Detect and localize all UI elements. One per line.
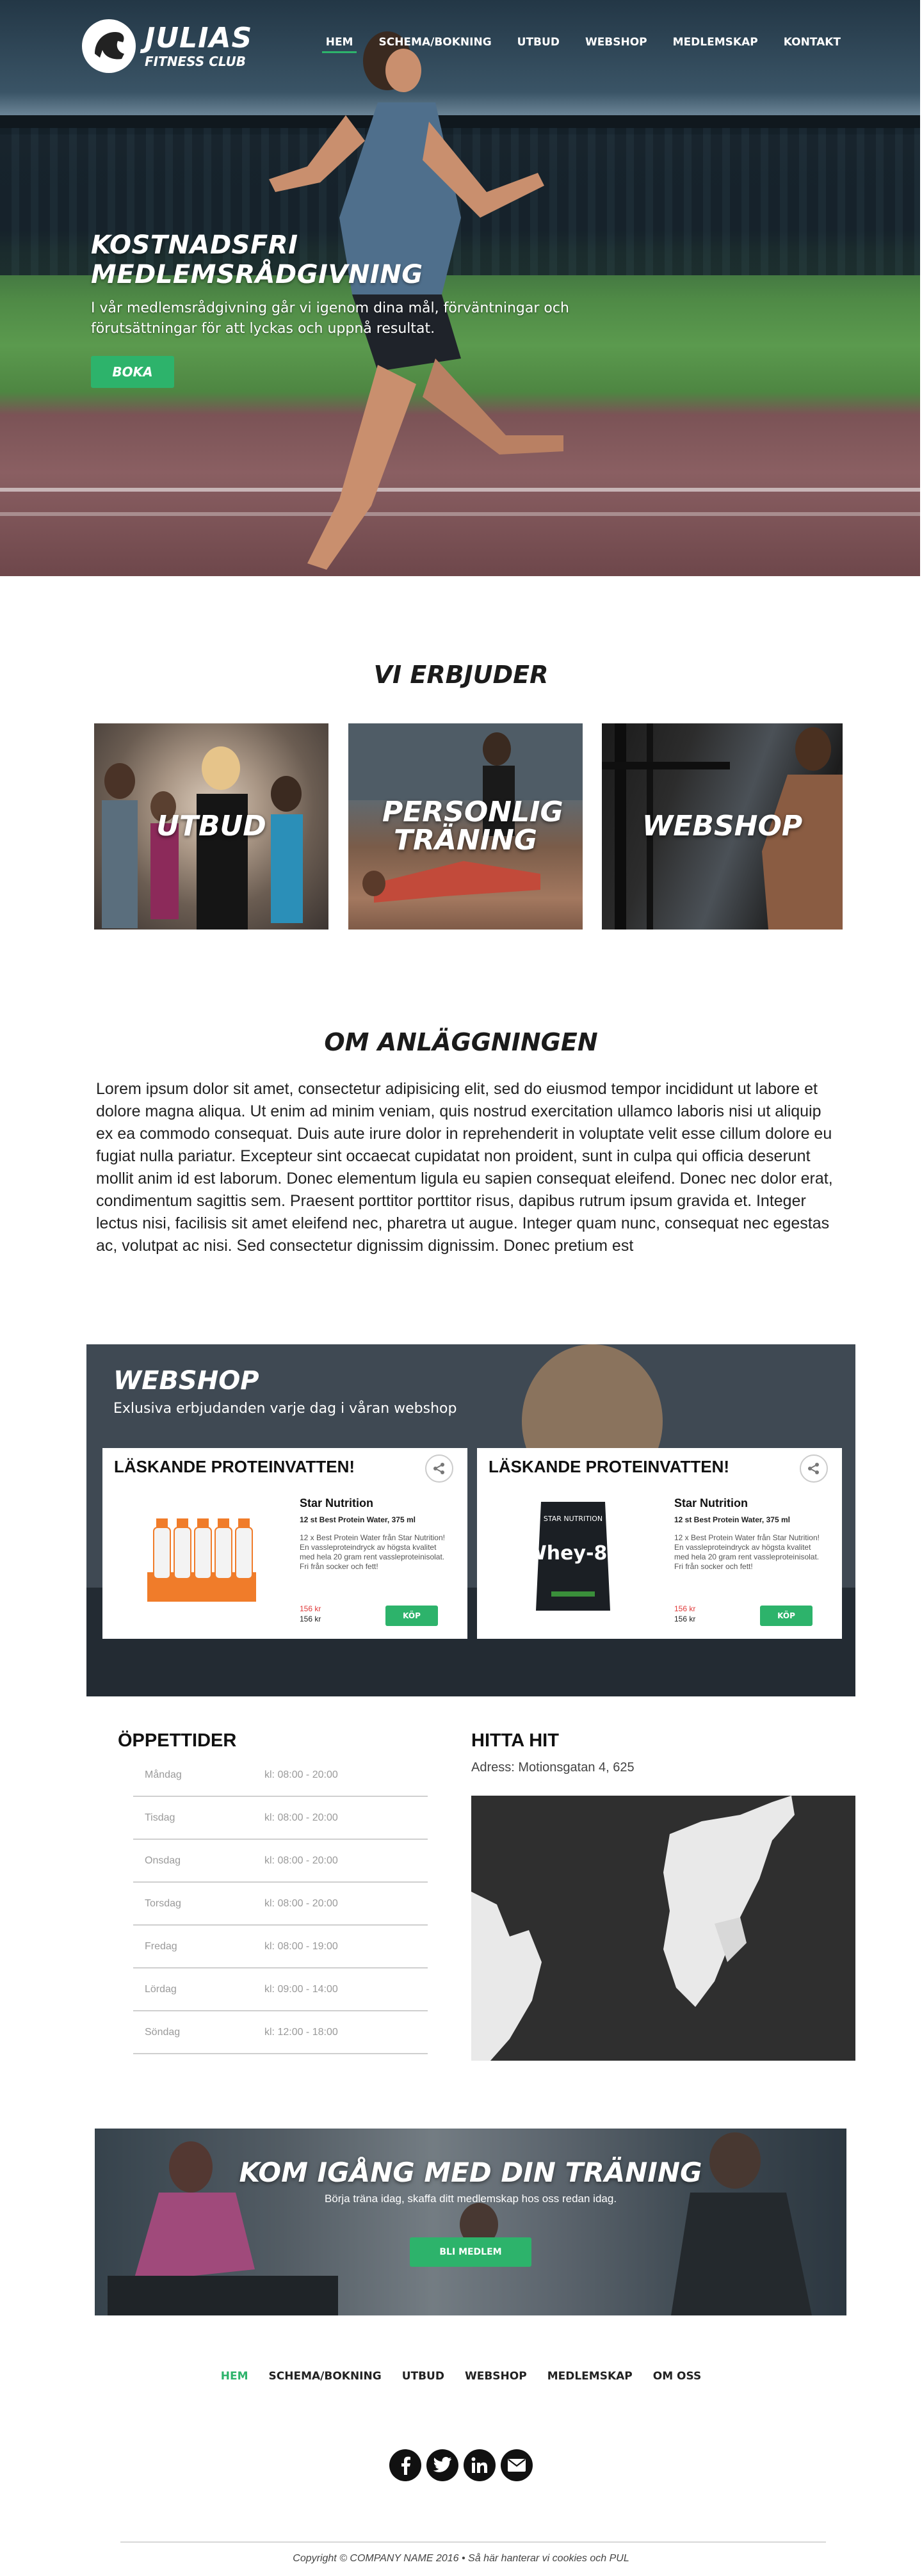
facebook-icon[interactable] — [389, 2449, 421, 2481]
offer-tile-label: UTBUD — [156, 810, 266, 842]
hours-day: Torsdag — [145, 1897, 181, 1909]
buy-button[interactable]: KÖP — [760, 1606, 813, 1626]
offer-tile-personlig-traning[interactable]: PERSONLIG TRÄNING — [348, 723, 583, 930]
logo-tagline: FITNESS CLUB — [145, 54, 247, 69]
product-variant: 12 st Best Protein Water, 375 ml — [300, 1515, 416, 1524]
product-variant: 12 st Best Protein Water, 375 ml — [674, 1515, 790, 1524]
webshop-section: WEBSHOP Exlusiva erbjudanden varje dag i… — [86, 1344, 855, 1696]
offers-title: VI ERBJUDER — [373, 661, 549, 689]
about-text: Lorem ipsum dolor sit amet, consectetur … — [96, 1080, 833, 1255]
about-title: OM ANLÄGGNINGEN — [324, 1028, 598, 1056]
hours-day: Fredag — [145, 1940, 177, 1952]
product-brand: Star Nutrition — [300, 1497, 373, 1509]
product-description: 12 x Best Protein Water från Star Nutrit… — [674, 1533, 820, 1571]
location-title: HITTA HIT — [471, 1730, 559, 1751]
main-nav: HEM SCHEMA/BOKNING UTBUD WEBSHOP MEDLEMS… — [321, 33, 845, 53]
bag-label-top: STAR NUTRITION — [544, 1515, 603, 1523]
linkedin-icon[interactable] — [464, 2449, 496, 2481]
whey-bag-image: STAR NUTRITION Whey-80 — [526, 1502, 621, 1611]
product-description: 12 x Best Protein Water från Star Nutrit… — [300, 1533, 445, 1571]
hero-title: KOSTNADSFRI MEDLEMSRÅDGIVNING — [91, 230, 423, 289]
product-card[interactable]: LÄSKANDE PROTEINVATTEN! STAR NUTRITION W… — [477, 1448, 842, 1639]
hours-time: kl: 08:00 - 20:00 — [264, 1769, 338, 1780]
product-price-old: 156 kr — [300, 1604, 321, 1613]
offer-tile-webshop[interactable]: WEBSHOP — [602, 723, 843, 930]
footer-nav-webshop[interactable]: WEBSHOP — [465, 2370, 527, 2383]
book-button[interactable]: BOKA — [91, 356, 174, 388]
offer-tile-label: WEBSHOP — [642, 810, 803, 842]
nav-item-medlemskap[interactable]: MEDLEMSKAP — [669, 33, 762, 53]
offer-tile-utbud[interactable]: UTBUD — [94, 723, 328, 930]
footer-nav-hem[interactable]: HEM — [221, 2370, 248, 2383]
nav-item-kontakt[interactable]: KONTAKT — [780, 33, 845, 53]
hours-day: Tisdag — [145, 1812, 175, 1823]
footer-divider — [120, 2541, 826, 2543]
logo-title: JULIAS — [145, 22, 253, 54]
hours-time: kl: 08:00 - 19:00 — [264, 1940, 338, 1952]
product-price-old: 156 kr — [674, 1604, 696, 1613]
product-card[interactable]: LÄSKANDE PROTEINVATTEN! Star Nutrition 1… — [102, 1448, 467, 1639]
hours-day: Söndag — [145, 2026, 181, 2038]
join-button[interactable]: BLI MEDLEM — [410, 2237, 531, 2267]
footer-nav-schema-bokning[interactable]: SCHEMA/BOKNING — [269, 2370, 382, 2383]
hours-time: kl: 09:00 - 14:00 — [264, 1983, 338, 1995]
protein-water-image — [147, 1518, 256, 1602]
map-image — [471, 1796, 855, 2061]
hero-section: JULIAS FITNESS CLUB HEM SCHEMA/BOKNING U… — [0, 0, 920, 576]
hero-text: I vår medlemsrådgivning går vi igenom di… — [91, 300, 569, 337]
hero-content: KOSTNADSFRI MEDLEMSRÅDGIVNING I vår medl… — [91, 230, 578, 388]
share-icon[interactable] — [800, 1454, 828, 1483]
hours-day: Lördag — [145, 1983, 177, 1995]
twitter-icon[interactable] — [426, 2449, 458, 2481]
hours-row: Onsdag kl: 08:00 - 20:00 — [133, 1840, 428, 1883]
copyright-text: Copyright © COMPANY NAME 2016 • Så här h… — [293, 2553, 629, 2564]
hours-title: ÖPPETTIDER — [118, 1730, 237, 1751]
hours-day: Onsdag — [145, 1855, 181, 1866]
hours-row: Torsdag kl: 08:00 - 20:00 — [133, 1883, 428, 1926]
hours-row: Tisdag kl: 08:00 - 20:00 — [133, 1797, 428, 1840]
mail-icon[interactable] — [501, 2449, 533, 2481]
location-map[interactable] — [471, 1796, 855, 2061]
product-title: LÄSKANDE PROTEINVATTEN! — [114, 1457, 355, 1476]
product-price: 156 kr — [300, 1614, 321, 1623]
footer-nav-medlemskap[interactable]: MEDLEMSKAP — [547, 2370, 633, 2383]
footer-nav-om-oss[interactable]: OM OSS — [653, 2370, 701, 2383]
nav-item-webshop[interactable]: WEBSHOP — [581, 33, 651, 53]
nav-item-schema-bokning[interactable]: SCHEMA/BOKNING — [375, 33, 495, 53]
hours-time: kl: 08:00 - 20:00 — [264, 1855, 338, 1866]
logo[interactable]: JULIAS FITNESS CLUB — [82, 19, 252, 73]
buy-button[interactable]: KÖP — [385, 1606, 438, 1626]
bag-label-main: Whey-80 — [526, 1542, 621, 1565]
cta-title: KOM IGÅNG MED DIN TRÄNING — [239, 2157, 702, 2188]
cta-banner: KOM IGÅNG MED DIN TRÄNING Börja träna id… — [95, 2129, 846, 2315]
hours-day: Måndag — [145, 1769, 182, 1780]
nav-item-hem[interactable]: HEM — [321, 33, 357, 53]
nav-item-utbud[interactable]: UTBUD — [514, 33, 563, 53]
hours-time: kl: 12:00 - 18:00 — [264, 2026, 338, 2038]
product-price: 156 kr — [674, 1614, 696, 1623]
webshop-title: WEBSHOP — [113, 1366, 259, 1396]
product-title: LÄSKANDE PROTEINVATTEN! — [489, 1457, 730, 1476]
offer-tile-label: PERSONLIG TRÄNING — [382, 796, 563, 857]
webshop-subtitle: Exlusiva erbjudanden varje dag i våran w… — [113, 1401, 457, 1417]
webshop-header: WEBSHOP Exlusiva erbjudanden varje dag i… — [113, 1366, 457, 1417]
footer-nav-utbud[interactable]: UTBUD — [402, 2370, 444, 2383]
address-text: Adress: Motionsgatan 4, 625 — [471, 1760, 635, 1775]
hours-row: Fredag kl: 08:00 - 19:00 — [133, 1926, 428, 1968]
hours-row: Söndag kl: 12:00 - 18:00 — [133, 2011, 428, 2054]
cta-text: Börja träna idag, skaffa ditt medlemskap… — [324, 2193, 617, 2205]
product-brand: Star Nutrition — [674, 1497, 748, 1509]
hours-row: Lördag kl: 09:00 - 14:00 — [133, 1968, 428, 2011]
footer-nav: HEM SCHEMA/BOKNING UTBUD WEBSHOP MEDLEMS… — [0, 2370, 922, 2383]
share-icon[interactable] — [425, 1454, 453, 1483]
logo-mark-icon — [82, 19, 136, 73]
social-links — [0, 2449, 922, 2481]
opening-hours-list: Måndag kl: 08:00 - 20:00 Tisdag kl: 08:00 … — [133, 1754, 428, 2054]
hours-time: kl: 08:00 - 20:00 — [264, 1897, 338, 1909]
hours-time: kl: 08:00 - 20:00 — [264, 1812, 338, 1823]
hours-row: Måndag kl: 08:00 - 20:00 — [133, 1754, 428, 1797]
